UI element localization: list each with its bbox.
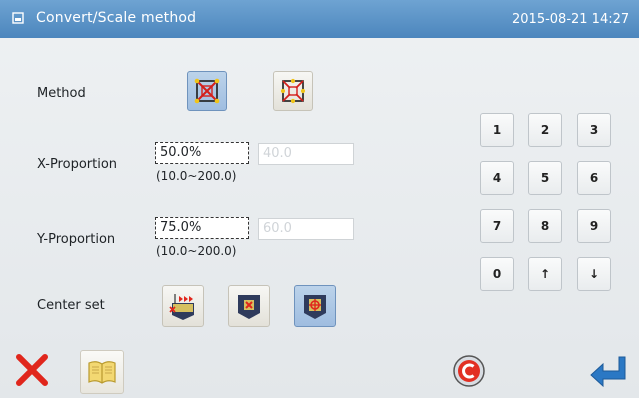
enter-return-icon	[590, 356, 626, 388]
x-proportion-label: X-Proportion	[37, 157, 118, 172]
copyright-button[interactable]	[448, 350, 490, 392]
datetime: 2015-08-21 14:27	[512, 12, 630, 27]
center-x-icon	[238, 295, 260, 319]
key-7[interactable]: 7	[480, 209, 514, 243]
key-3[interactable]: 3	[577, 113, 611, 147]
key-1[interactable]: 1	[480, 113, 514, 147]
x-proportion-range: (10.0~200.0)	[156, 169, 237, 183]
key-4[interactable]: 4	[480, 161, 514, 195]
y-proportion-input[interactable]: 75.0%	[155, 217, 249, 239]
copyright-c-icon	[453, 355, 485, 387]
y-proportion-label: Y-Proportion	[37, 232, 116, 247]
cancel-button[interactable]	[10, 348, 54, 392]
book-icon	[88, 361, 116, 384]
key-6[interactable]: 6	[577, 161, 611, 195]
key-up[interactable]: ↑	[528, 257, 562, 291]
key-9[interactable]: 9	[577, 209, 611, 243]
key-5[interactable]: 5	[528, 161, 562, 195]
y-proportion-range: (10.0~200.0)	[156, 244, 237, 258]
help-book-button[interactable]	[80, 350, 124, 394]
y-result-field: 60.0	[258, 218, 354, 240]
method-option-square[interactable]	[187, 71, 227, 111]
title-bar: Convert/Scale method 2015-08-21 14:27	[0, 0, 639, 38]
key-down[interactable]: ↓	[577, 257, 611, 291]
convert-scale-screen: Convert/Scale method 2015-08-21 14:27 Me…	[0, 0, 639, 398]
center-set-label: Center set	[37, 298, 105, 313]
key-0[interactable]: 0	[480, 257, 514, 291]
scale-cross-icon	[280, 78, 306, 104]
key-2[interactable]: 2	[528, 113, 562, 147]
cancel-x-icon	[16, 354, 48, 386]
scale-square-icon	[194, 78, 220, 104]
method-label: Method	[37, 86, 86, 101]
center-option-target[interactable]	[294, 285, 336, 327]
page-title: Convert/Scale method	[36, 10, 197, 26]
x-proportion-input[interactable]: 50.0%	[155, 142, 249, 164]
window-icon	[12, 12, 24, 24]
x-result-field: 40.0	[258, 143, 354, 165]
method-option-cross[interactable]	[273, 71, 313, 111]
center-option-origin[interactable]	[162, 285, 204, 327]
origin-arrow-icon	[169, 294, 194, 320]
center-option-x[interactable]	[228, 285, 270, 327]
center-target-icon	[304, 295, 326, 319]
enter-button[interactable]	[585, 350, 631, 392]
key-8[interactable]: 8	[528, 209, 562, 243]
